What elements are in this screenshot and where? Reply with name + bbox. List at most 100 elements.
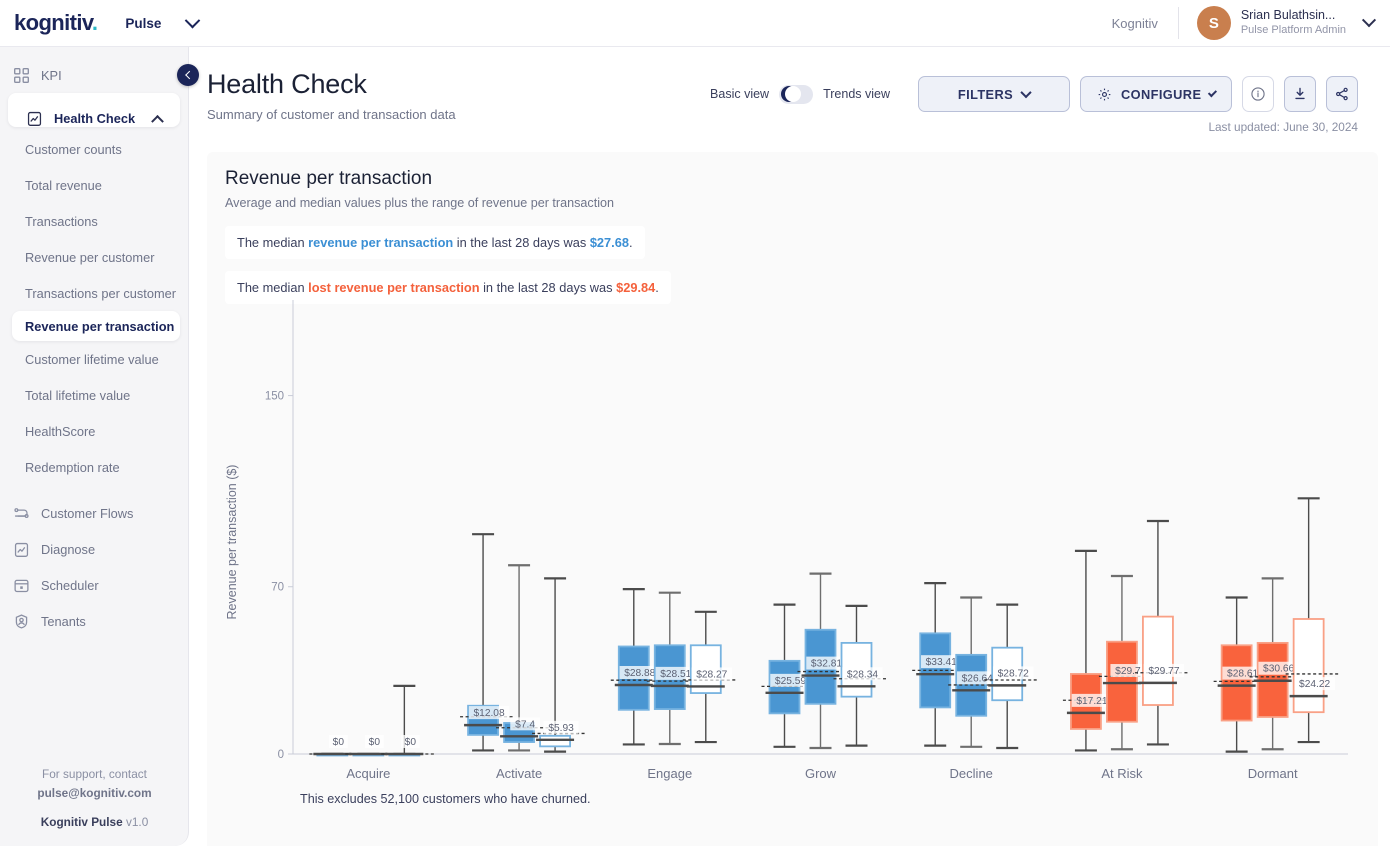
last-updated-text: Last updated: June 30, 2024 <box>1208 120 1358 134</box>
chevron-down-icon <box>1020 86 1032 99</box>
sidebar-item-redemption-rate[interactable]: Redemption rate <box>0 449 188 485</box>
avatar: S <box>1196 6 1231 40</box>
svg-text:$0: $0 <box>369 737 381 748</box>
download-button[interactable] <box>1284 76 1316 112</box>
product-selector[interactable]: Pulse <box>125 12 201 31</box>
page-title: Health Check <box>207 69 367 99</box>
support-line: For support, contact <box>42 767 147 782</box>
sidebar-bottom-nav: Customer Flows Diagnose Scheduler Tenant… <box>0 495 188 639</box>
sidebar-subitem-label: Revenue per customer <box>25 249 155 265</box>
trends-view-label: Trends view <box>823 87 890 101</box>
support-email[interactable]: pulse@kognitiv.com <box>0 784 188 803</box>
callout-mid: in the last 28 days was <box>453 235 590 250</box>
svg-text:$12.08: $12.08 <box>473 708 504 719</box>
sidebar-subitem-label: Total lifetime value <box>25 387 131 403</box>
svg-text:$7.4: $7.4 <box>515 719 535 730</box>
sidebar-item-transactions[interactable]: Transactions <box>0 203 188 239</box>
user-text: Srian Bulathsin... Pulse Platform Admin <box>1241 8 1346 37</box>
user-menu[interactable]: S Srian Bulathsin... Pulse Platform Admi… <box>1179 6 1390 40</box>
share-button[interactable] <box>1326 76 1358 112</box>
x-axis-label: Grow <box>804 766 837 781</box>
chevron-left-icon <box>185 70 194 80</box>
callouts: The median revenue per transaction in th… <box>225 210 1360 304</box>
sidebar-subitem-label: Transactions <box>25 213 98 229</box>
sidebar-item-revenue-per-transaction[interactable]: Revenue per transaction <box>12 311 180 341</box>
sidebar-item-customer-flows[interactable]: Customer Flows <box>0 495 188 531</box>
user-role: Pulse Platform Admin <box>1240 23 1346 36</box>
sidebar-subitem-label: Customer counts <box>25 141 122 157</box>
sidebar-item-scheduler[interactable]: Scheduler <box>0 567 188 603</box>
sidebar-item-health-check[interactable]: Health Check <box>8 93 180 128</box>
svg-text:$28.51: $28.51 <box>660 669 691 680</box>
sidebar-item-transactions-per-customer[interactable]: Transactions per customer <box>0 275 188 311</box>
sidebar-item-healthscore[interactable]: HealthScore <box>0 413 188 449</box>
sidebar-item-total-revenue[interactable]: Total revenue <box>0 167 188 203</box>
svg-text:$33.41: $33.41 <box>926 657 957 668</box>
sidebar-item-kpi[interactable]: KPI <box>0 57 188 93</box>
y-axis-title: Revenue per transaction ($) <box>225 464 239 620</box>
sidebar-item-label: Scheduler <box>41 577 99 593</box>
svg-text:150: 150 <box>265 391 284 403</box>
svg-text:$30.66: $30.66 <box>1263 664 1294 675</box>
sidebar-subitem-label: HealthScore <box>25 423 96 439</box>
sidebar-item-label: KPI <box>41 67 62 83</box>
shield-user-icon <box>13 613 30 630</box>
chevron-down-icon <box>185 12 201 28</box>
callout-pre: The median <box>237 235 309 250</box>
sidebar-footer: For support, contact pulse@kognitiv.com … <box>0 765 188 832</box>
sidebar-subnav: Customer counts Total revenue Transactio… <box>0 131 188 485</box>
chevron-up-icon <box>151 114 164 128</box>
svg-text:70: 70 <box>271 582 284 594</box>
grid-icon <box>13 67 30 84</box>
svg-text:$5.93: $5.93 <box>548 723 574 734</box>
clipboard-chart-icon <box>26 110 43 127</box>
share-icon <box>1334 86 1350 102</box>
filters-button-label: FILTERS <box>957 86 1014 102</box>
sidebar-subitem-label: Total revenue <box>25 177 102 193</box>
sidebar-item-label: Tenants <box>41 613 86 629</box>
configure-button[interactable]: CONFIGURE <box>1080 76 1232 112</box>
chevron-down-icon <box>1361 13 1377 28</box>
sidebar-item-tenants[interactable]: Tenants <box>0 603 188 639</box>
svg-text:$28.72: $28.72 <box>998 668 1029 679</box>
toggle-knob-highlight <box>785 86 802 102</box>
svg-text:$29.77: $29.77 <box>1148 666 1179 677</box>
x-axis-label: Engage <box>647 766 693 781</box>
svg-text:$25.59: $25.59 <box>775 676 806 687</box>
x-axis-label: Dormant <box>1247 766 1298 781</box>
x-axis-label: At Risk <box>1101 766 1143 781</box>
tenant-name: Kognitiv <box>1111 15 1158 31</box>
svg-text:$17.21: $17.21 <box>1076 696 1107 707</box>
callout-highlight: revenue per transaction <box>308 235 454 250</box>
header-controls: Basic view Trends view FILTERS CONFIGURE <box>710 76 1358 112</box>
app-name: Kognitiv Pulse <box>40 815 123 830</box>
svg-text:$28.88: $28.88 <box>624 668 655 679</box>
callout-post: . <box>628 235 633 250</box>
sidebar-item-label: Customer Flows <box>41 505 134 521</box>
download-icon <box>1292 86 1308 102</box>
sidebar-item-customer-lifetime-value[interactable]: Customer lifetime value <box>0 341 188 377</box>
callout-value: $27.68 <box>589 235 629 250</box>
top-bar-right: Kognitiv S Srian Bulathsin... Pulse Plat… <box>1112 0 1390 46</box>
filters-button[interactable]: FILTERS <box>918 76 1070 112</box>
app-version-line: Kognitiv Pulse v1.0 <box>0 813 188 832</box>
svg-text:$0: $0 <box>405 737 417 748</box>
sidebar-item-revenue-per-customer[interactable]: Revenue per customer <box>0 239 188 275</box>
page-header-right: Basic view Trends view FILTERS CONFIGURE… <box>710 69 1358 134</box>
sidebar-collapse-button[interactable] <box>177 64 199 86</box>
info-button[interactable] <box>1242 76 1274 112</box>
sidebar-item-diagnose[interactable]: Diagnose <box>0 531 188 567</box>
user-name: Srian Bulathsin... <box>1240 8 1336 23</box>
sidebar-item-label: Health Check <box>54 110 136 126</box>
logo-dot: . <box>91 10 98 35</box>
sidebar-subitem-label: Redemption rate <box>25 459 120 475</box>
view-mode-toggle[interactable] <box>779 84 814 104</box>
logo-text: kognitiv <box>14 10 93 35</box>
sidebar-item-total-lifetime-value[interactable]: Total lifetime value <box>0 377 188 413</box>
x-axis-label: Activate <box>495 766 543 781</box>
svg-text:0: 0 <box>278 749 284 761</box>
app-logo: kognitiv. <box>14 10 98 36</box>
sidebar-item-customer-counts[interactable]: Customer counts <box>0 131 188 167</box>
x-axis-labels: Acquire Activate Engage Grow Decline At Risk D… <box>293 766 1348 781</box>
calendar-icon <box>13 577 30 594</box>
